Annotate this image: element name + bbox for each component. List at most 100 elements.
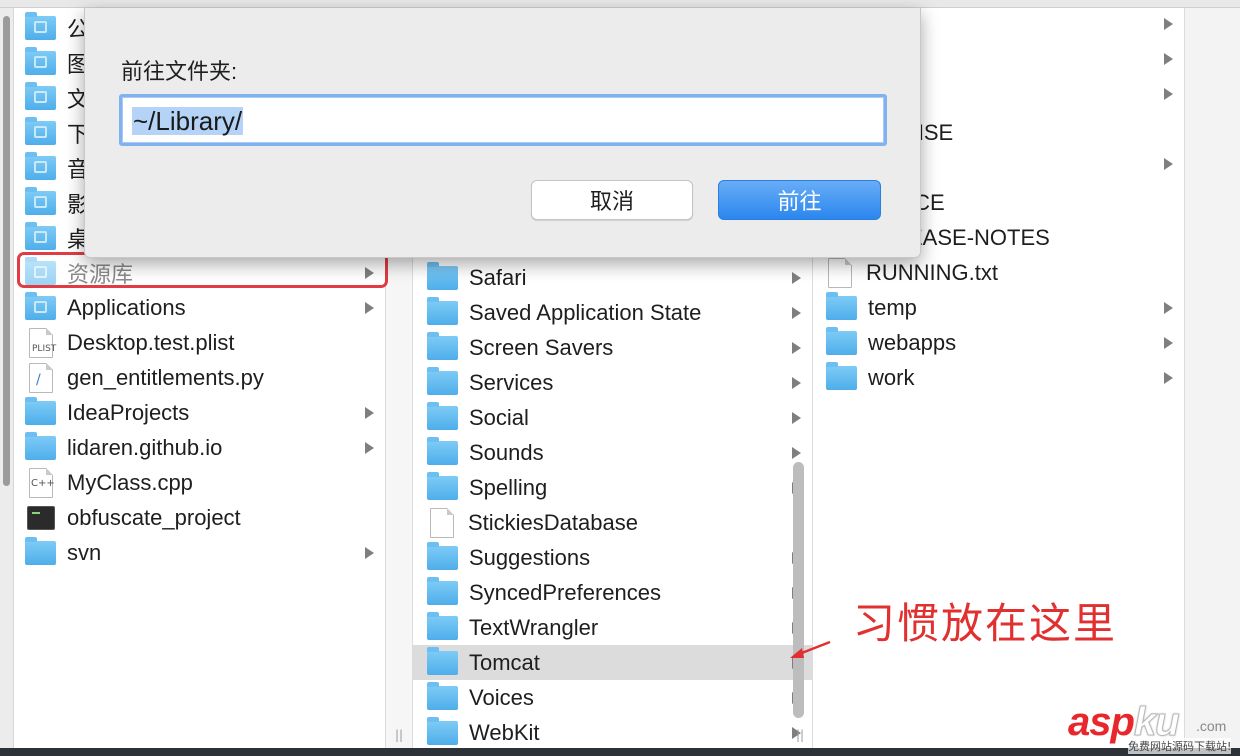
folder-path-input[interactable]: ~/Library/: [119, 94, 887, 146]
chevron-right-icon: [790, 341, 802, 354]
list-item[interactable]: Safari: [413, 260, 812, 295]
folder-icon: [427, 716, 458, 745]
list-item[interactable]: Applications: [15, 290, 385, 325]
finder-window: 公 图 文 下 音 影 桌 资源库 Applications PLIST Desk…: [0, 0, 1240, 756]
dialog-title: 前往文件夹:: [121, 59, 238, 84]
chevron-right-icon: [1162, 371, 1174, 384]
list-item[interactable]: Voices: [413, 680, 812, 715]
item-label: Sounds: [469, 439, 544, 465]
chevron-right-icon: [363, 441, 375, 454]
cancel-button[interactable]: 取消: [531, 180, 693, 220]
list-item[interactable]: TextWrangler: [413, 610, 812, 645]
item-label: lidaren.github.io: [67, 434, 223, 460]
item-label: Services: [469, 369, 554, 395]
list-item[interactable]: webapps: [814, 325, 1184, 360]
item-label: obfuscate_project: [67, 504, 241, 530]
list-item[interactable]: Sounds: [413, 435, 812, 470]
item-label: WebKit: [469, 719, 540, 745]
item-label: Spelling: [469, 474, 548, 500]
list-item[interactable]: Spelling: [413, 470, 812, 505]
left-scrollbar[interactable]: [0, 8, 14, 756]
list-item[interactable]: Saved Application State: [413, 295, 812, 330]
folder-icon: [427, 681, 458, 710]
watermark-domain: .com: [1196, 718, 1227, 734]
item-label: svn: [67, 539, 102, 565]
go-button[interactable]: 前往: [718, 180, 881, 220]
chevron-right-icon: [1162, 301, 1174, 314]
column-resize-grip-icon[interactable]: ||: [796, 728, 804, 742]
column-resize-grip-icon[interactable]: ||: [395, 728, 403, 742]
item-label: EASE-NOTES: [908, 224, 1050, 250]
document-file-icon: [430, 507, 454, 538]
list-item[interactable]: SyncedPreferences: [413, 575, 812, 610]
desktop-folder-icon: [25, 221, 56, 250]
list-item[interactable]: IdeaProjects: [15, 395, 385, 430]
list-item[interactable]: Screen Savers: [413, 330, 812, 365]
item-label: Applications: [67, 294, 186, 320]
list-item[interactable]: obfuscate_project: [15, 500, 385, 535]
folder-icon: [25, 536, 56, 565]
folder-icon: [427, 471, 458, 500]
watermark-subtitle: 免费网站源码下载站!: [1128, 738, 1232, 754]
item-label: ICE: [908, 189, 945, 215]
list-item[interactable]: WebKit: [413, 715, 812, 748]
item-label: Desktop.test.plist: [67, 329, 235, 355]
list-item[interactable]: / gen_entitlements.py: [15, 360, 385, 395]
folder-icon: [427, 436, 458, 465]
plist-file-icon: PLIST: [29, 327, 56, 358]
downloads-folder-icon: [25, 116, 56, 145]
list-item[interactable]: lidaren.github.io: [15, 430, 385, 465]
documents-folder-icon: [25, 81, 56, 110]
item-label: Screen Savers: [469, 334, 614, 360]
list-item[interactable]: work: [814, 360, 1184, 395]
list-item[interactable]: Social: [413, 400, 812, 435]
chevron-right-icon: [1162, 52, 1174, 65]
list-item[interactable]: RUNNING.txt: [814, 255, 1184, 290]
folder-icon: [826, 291, 857, 320]
music-folder-icon: [25, 151, 56, 180]
annotation-arrow-icon: [790, 640, 831, 658]
item-label: work: [868, 364, 915, 390]
folder-icon: [427, 401, 458, 430]
item-label: Saved Application State: [469, 299, 702, 325]
list-item[interactable]: PLIST Desktop.test.plist: [15, 325, 385, 360]
list-item[interactable]: C++ MyClass.cpp: [15, 465, 385, 500]
sidebar-folder-icon: [25, 11, 56, 40]
item-label: webapps: [868, 329, 957, 355]
folder-icon: [826, 361, 857, 390]
list-item[interactable]: StickiesDatabase: [413, 505, 812, 540]
pictures-folder-icon: [25, 46, 56, 75]
text-file-icon: [828, 257, 852, 288]
column-scrollbar-thumb[interactable]: [793, 462, 804, 718]
applications-folder-icon: [25, 291, 56, 320]
list-item-tomcat-selected[interactable]: Tomcat: [413, 645, 812, 680]
folder-icon: [427, 541, 458, 570]
left-scrollbar-thumb[interactable]: [3, 16, 10, 486]
item-label: Voices: [469, 684, 534, 710]
item-label: RUNNING.txt: [866, 259, 998, 285]
chevron-right-icon: [790, 411, 802, 424]
python-file-icon: /: [29, 362, 53, 393]
item-label: IdeaProjects: [67, 399, 190, 425]
item-label: TextWrangler: [469, 614, 599, 640]
folder-icon: [427, 646, 458, 675]
folder-icon: [427, 296, 458, 325]
list-item[interactable]: Suggestions: [413, 540, 812, 575]
chevron-right-icon: [363, 406, 375, 419]
chevron-right-icon: [790, 376, 802, 389]
item-label: MyClass.cpp: [67, 469, 193, 495]
item-label: Safari: [469, 264, 527, 290]
item-label: StickiesDatabase: [468, 509, 638, 535]
chevron-right-icon: [790, 446, 802, 459]
list-item[interactable]: svn: [15, 535, 385, 570]
chevron-right-icon: [790, 271, 802, 284]
list-item[interactable]: Services: [413, 365, 812, 400]
chevron-right-icon: [363, 546, 375, 559]
dock-strip: [0, 748, 1240, 756]
folder-icon: [826, 326, 857, 355]
terminal-executable-icon: [27, 505, 55, 530]
movies-folder-icon: [25, 186, 56, 215]
item-label: SyncedPreferences: [469, 579, 661, 605]
folder-icon: [427, 611, 458, 640]
list-item[interactable]: temp: [814, 290, 1184, 325]
